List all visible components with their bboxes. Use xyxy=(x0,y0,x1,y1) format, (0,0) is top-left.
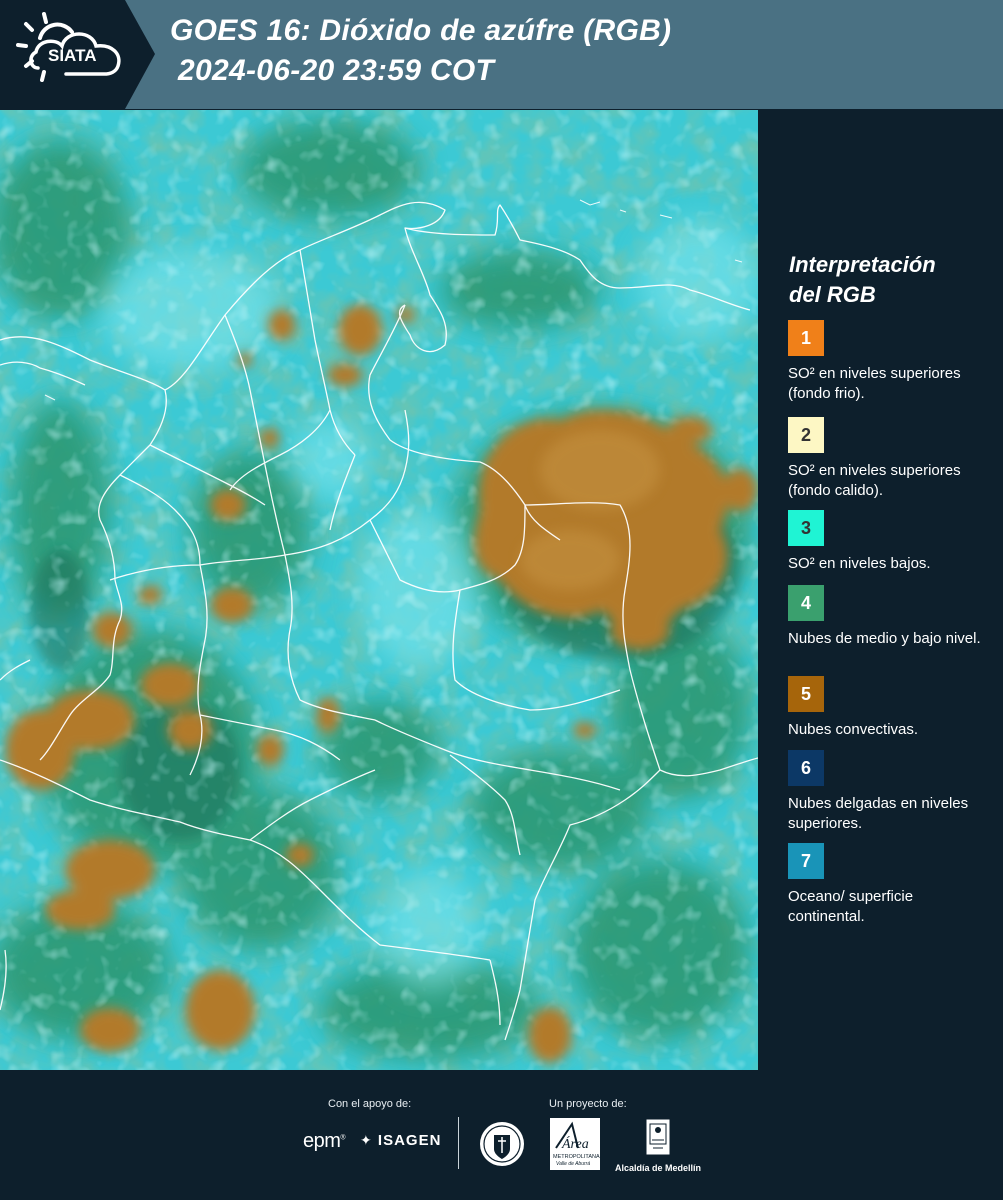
area-metropolitana-icon: Área METROPOLITANA Valle de Aburrá xyxy=(550,1118,600,1170)
svg-text:Valle de Aburrá: Valle de Aburrá xyxy=(556,1161,590,1167)
svg-text:SIATA: SIATA xyxy=(48,46,96,65)
satellite-map[interactable] xyxy=(0,110,758,1070)
legend-item-2: 2 SO² en niveles superiores (fondo calid… xyxy=(788,417,993,501)
legend-item-1: 1 SO² en niveles superiores (fondo frio)… xyxy=(788,320,993,404)
legend-label-2: SO² en niveles superiores (fondo calido)… xyxy=(788,462,961,499)
medellin-seal-icon[interactable] xyxy=(478,1119,526,1169)
isagen-logo[interactable]: ✦ ISAGEN xyxy=(360,1132,441,1149)
support-label: Con el apoyo de: xyxy=(328,1098,412,1110)
project-label: Un proyecto de: xyxy=(549,1098,627,1110)
satellite-viewer: SIATA GOES 16: Dióxido de azúfre (RGB) 2… xyxy=(0,0,1003,1200)
legend-label-4: Nubes de medio y bajo nivel. xyxy=(788,630,981,647)
legend-item-3: 3 SO² en niveles bajos. xyxy=(788,510,993,574)
legend-item-7: 7 Oceano/ superficie continental. xyxy=(788,843,993,927)
legend-swatch-7: 7 xyxy=(788,843,824,879)
siata-logo-icon: SIATA xyxy=(0,0,155,109)
svg-text:METROPOLITANA: METROPOLITANA xyxy=(553,1154,600,1160)
footer-sponsors: Con el apoyo de: Un proyecto de: epm® ✦ … xyxy=(0,1070,1003,1200)
footer-divider xyxy=(458,1117,459,1169)
alcaldia-crest-icon xyxy=(645,1118,671,1156)
legend-label-7: Oceano/ superficie continental. xyxy=(788,888,914,925)
legend-label-5: Nubes convectivas. xyxy=(788,721,919,738)
legend-swatch-3: 3 xyxy=(788,510,824,546)
legend-swatch-5: 5 xyxy=(788,676,824,712)
timestamp-title: 2024-06-20 23:59 COT xyxy=(178,54,495,87)
legend-item-5: 5 Nubes convectivas. xyxy=(788,676,993,740)
header-bar: SIATA GOES 16: Dióxido de azúfre (RGB) 2… xyxy=(0,0,1003,109)
siata-logo[interactable]: SIATA xyxy=(0,0,155,109)
legend-label-3: SO² en niveles bajos. xyxy=(788,555,931,572)
legend-swatch-1: 1 xyxy=(788,320,824,356)
legend-label-1: SO² en niveles superiores (fondo frio). xyxy=(788,365,961,402)
legend-panel: Interpretación del RGB 1 SO² en niveles … xyxy=(776,110,998,1070)
rgb-composite-image xyxy=(0,110,758,1070)
product-title: GOES 16: Dióxido de azúfre (RGB) xyxy=(170,14,672,47)
isagen-mark-icon: ✦ xyxy=(360,1132,373,1148)
legend-item-4: 4 Nubes de medio y bajo nivel. xyxy=(788,585,993,649)
legend-swatch-6: 6 xyxy=(788,750,824,786)
area-metropolitana-logo[interactable]: Área METROPOLITANA Valle de Aburrá xyxy=(550,1118,600,1170)
legend-title: Interpretación del RGB xyxy=(789,252,936,307)
legend-swatch-4: 4 xyxy=(788,585,824,621)
alcaldia-label: Alcaldía de Medellín xyxy=(614,1163,702,1173)
legend-label-6: Nubes delgadas en niveles superiores. xyxy=(788,795,969,832)
alcaldia-medellin-logo[interactable]: Alcaldía de Medellín xyxy=(612,1118,704,1173)
legend-swatch-2: 2 xyxy=(788,417,824,453)
epm-logo[interactable]: epm® xyxy=(303,1130,346,1153)
svg-text:Área: Área xyxy=(561,1135,589,1152)
legend-item-6: 6 Nubes delgadas en niveles superiores. xyxy=(788,750,993,834)
